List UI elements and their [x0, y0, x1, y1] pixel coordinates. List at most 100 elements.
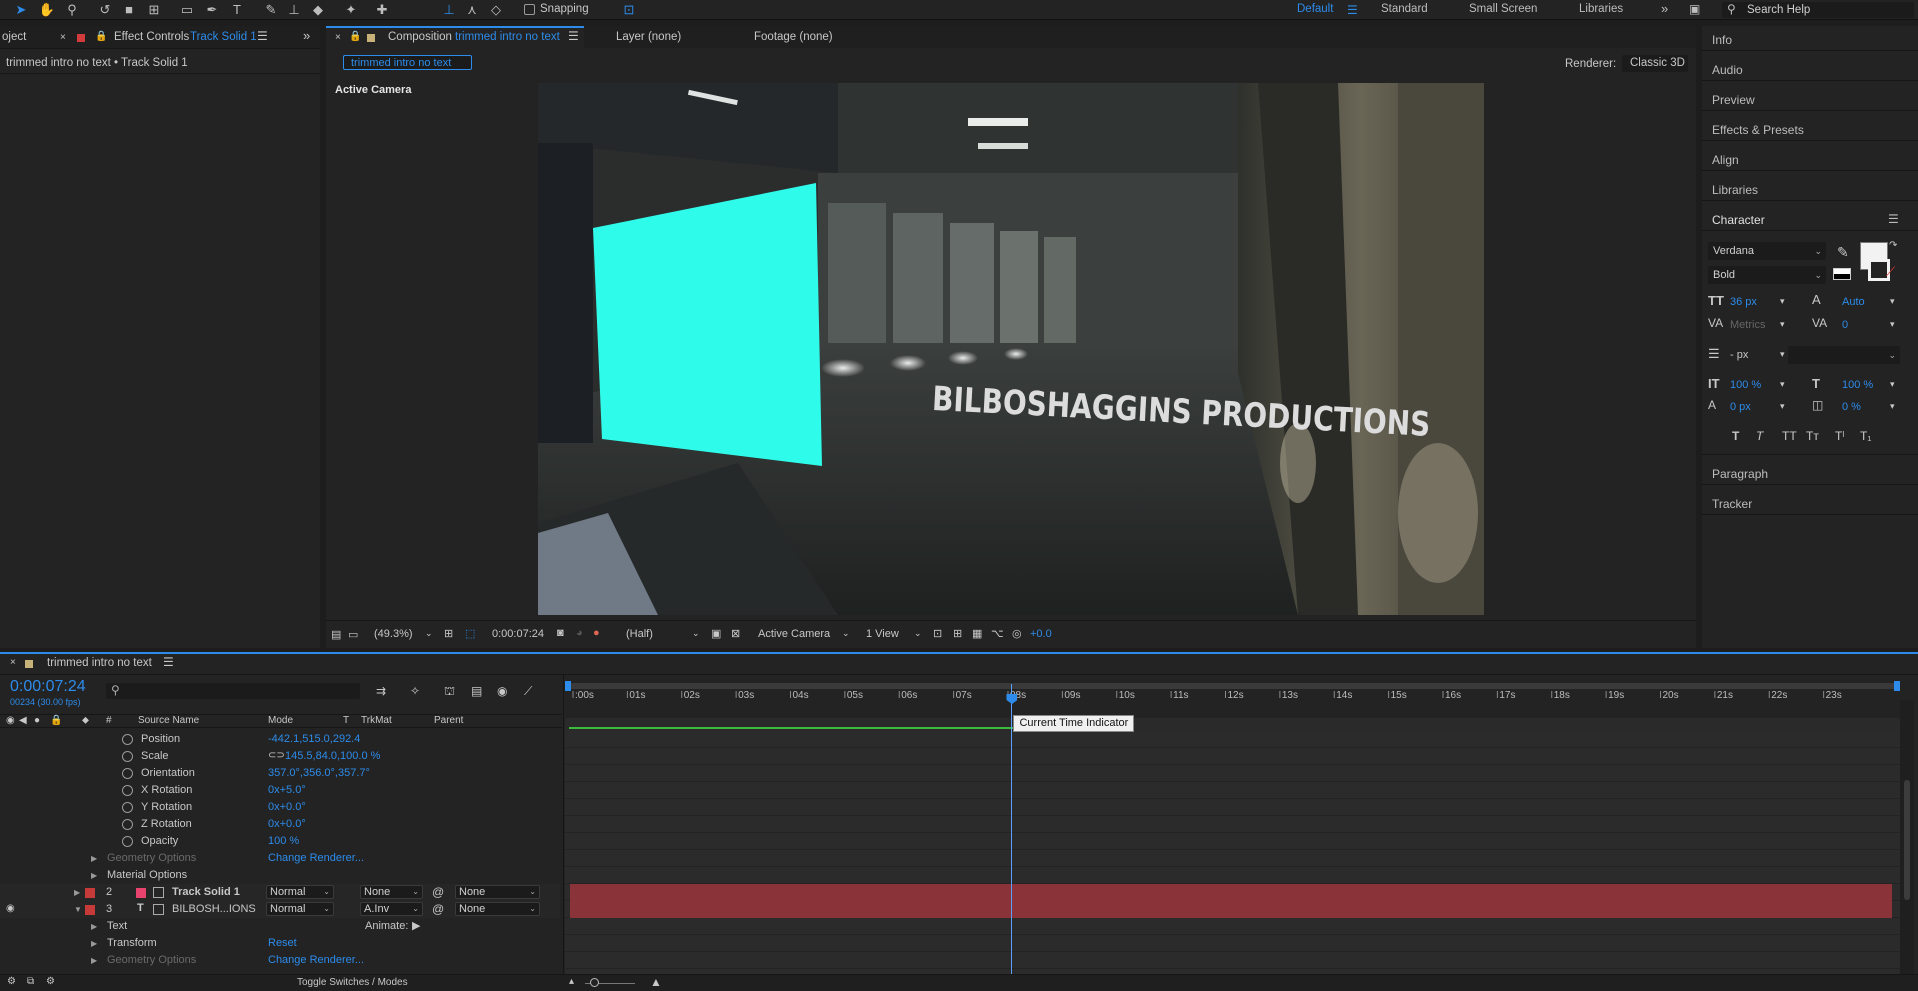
- layer-bar-bilboshaggins[interactable]: [570, 901, 1892, 918]
- camera-view-dropdown[interactable]: Active Camera: [758, 628, 830, 640]
- col-source-name[interactable]: Source Name: [138, 715, 199, 726]
- collapse-triangle-icon[interactable]: ▼: [74, 905, 82, 914]
- zoom-tool-icon[interactable]: ⚲: [63, 1, 81, 19]
- toggle-switches-modes-button[interactable]: Toggle Switches / Modes: [297, 977, 408, 988]
- workspace-standard[interactable]: Standard: [1381, 3, 1428, 15]
- comp-timecode[interactable]: 0:00:07:24: [492, 628, 544, 640]
- search-help-field[interactable]: ⚲ Search Help: [1722, 2, 1914, 18]
- rotate-tool-icon[interactable]: ↺: [96, 1, 114, 19]
- panel-info[interactable]: Info: [1712, 33, 1732, 47]
- layer-3-mode-dropdown[interactable]: Normal ⌄: [266, 902, 334, 916]
- panel-libraries[interactable]: Libraries: [1712, 183, 1758, 197]
- vertical-scale-value[interactable]: 100 %: [1730, 379, 1761, 391]
- motion-blur-icon[interactable]: ◉: [497, 684, 507, 698]
- zoom-in-icon[interactable]: ▲: [650, 975, 662, 989]
- monitor-icon[interactable]: ▭: [348, 628, 358, 641]
- panel-align[interactable]: Align: [1712, 153, 1739, 167]
- composition-mini-flowchart-icon[interactable]: ⇉: [376, 684, 386, 698]
- change-renderer-link-2[interactable]: Change Renderer...: [268, 954, 364, 966]
- draft-3d-icon[interactable]: ✧: [410, 684, 420, 698]
- workspace-default[interactable]: Default: [1297, 3, 1333, 15]
- layer-3-trkmat-dropdown[interactable]: A.Inv ⌄: [360, 902, 423, 916]
- font-size-value[interactable]: 36 px: [1730, 296, 1757, 308]
- stopwatch-icon[interactable]: [122, 819, 133, 830]
- type-tool-icon[interactable]: T: [228, 1, 246, 19]
- lock-icon[interactable]: 🔒: [95, 31, 107, 42]
- region-of-interest-icon[interactable]: ▣: [711, 627, 721, 640]
- stopwatch-icon[interactable]: [122, 768, 133, 779]
- composition-viewer[interactable]: BILBOSHAGGINS PRODUCTIONS: [538, 83, 1484, 615]
- brush-tool-icon[interactable]: ✎: [262, 1, 280, 19]
- tab-layer[interactable]: Layer (none): [616, 31, 681, 43]
- superscript-icon[interactable]: Tˡ: [1835, 429, 1844, 443]
- clone-stamp-tool-icon[interactable]: ⊥: [285, 1, 303, 19]
- character-menu-icon[interactable]: ☰: [1888, 212, 1899, 226]
- work-area-bar[interactable]: [565, 683, 1900, 689]
- panel-paragraph[interactable]: Paragraph: [1712, 467, 1768, 481]
- prop-orientation-value[interactable]: 357.0°,356.0°,357.7°: [268, 767, 370, 779]
- view-axis-mode-icon[interactable]: ◇: [487, 1, 505, 19]
- fast-previews-icon[interactable]: ⊞: [953, 627, 962, 640]
- render-time-icon[interactable]: ⚙: [46, 976, 55, 987]
- layer-3-parent-dropdown[interactable]: None ⌄: [455, 902, 540, 916]
- font-style-dropdown[interactable]: Bold ⌄: [1708, 266, 1826, 284]
- comp-lock-icon[interactable]: 🔒: [349, 31, 361, 42]
- prop-scale-value[interactable]: 145.5,84.0,100.0 %: [285, 750, 380, 762]
- show-snapshot-icon[interactable]: ◕: [576, 627, 583, 639]
- selection-tool-icon[interactable]: ➤: [12, 1, 30, 19]
- layer-2-name[interactable]: Track Solid 1: [172, 886, 240, 898]
- timeline-scrollbar[interactable]: [1900, 700, 1914, 974]
- layer-2-mode-dropdown[interactable]: Normal ⌄: [266, 885, 334, 899]
- resolution-dropdown[interactable]: (Half): [626, 628, 653, 640]
- layer-label-color[interactable]: [85, 888, 95, 898]
- layer-switches-icon[interactable]: ⚙: [7, 976, 16, 987]
- prop-opacity-value[interactable]: 100 %: [268, 835, 299, 847]
- shy-layers-icon[interactable]: ⛫: [444, 684, 455, 700]
- panel-effects-presets[interactable]: Effects & Presets: [1712, 123, 1804, 137]
- snapping-options-icon[interactable]: ⊡: [620, 1, 638, 19]
- world-axis-mode-icon[interactable]: ⋏: [463, 1, 481, 19]
- work-area-end-handle[interactable]: [1894, 681, 1900, 691]
- layer-3-name[interactable]: BILBOSH...IONS: [172, 903, 256, 915]
- toggle-pixel-aspect-icon[interactable]: ⊡: [933, 627, 942, 640]
- rectangle-tool-icon[interactable]: ▭: [178, 1, 196, 19]
- zoom-out-icon[interactable]: ▴: [569, 976, 574, 987]
- font-family-dropdown[interactable]: Verdana ⌄: [1708, 242, 1826, 260]
- timeline-current-time[interactable]: 0:00:07:24: [10, 678, 86, 696]
- sync-settings-icon[interactable]: ▣: [1689, 2, 1700, 16]
- graph-editor-icon[interactable]: ⟋: [524, 684, 532, 699]
- time-ruler[interactable]: :00s 01s 02s 03s 04s 05s 06s 07s 08s 09s 10s 11s 12s…: [565, 681, 1900, 709]
- panel-menu-icon[interactable]: ☰: [257, 29, 268, 43]
- stroke-width-value[interactable]: - px: [1730, 349, 1748, 361]
- prop-x-rotation-value[interactable]: 0x+5.0°: [268, 784, 306, 796]
- pen-tool-icon[interactable]: ✒: [203, 1, 221, 19]
- panel-audio[interactable]: Audio: [1712, 63, 1743, 77]
- small-caps-icon[interactable]: Tт: [1806, 429, 1819, 443]
- work-area-start-handle[interactable]: [565, 681, 571, 691]
- view-layout-dropdown[interactable]: 1 View: [866, 628, 899, 640]
- zoom-slider-handle[interactable]: [590, 978, 599, 987]
- always-preview-icon[interactable]: ▤: [331, 628, 341, 641]
- layer-2-parent-dropdown[interactable]: None ⌄: [455, 885, 540, 899]
- tracking-value[interactable]: 0: [1842, 319, 1848, 331]
- pickwhip-icon[interactable]: @: [432, 885, 444, 899]
- timeline-scrollbar-thumb[interactable]: [1904, 780, 1910, 900]
- tab-composition[interactable]: Composition: [388, 31, 452, 43]
- stopwatch-icon[interactable]: [122, 802, 133, 813]
- prop-y-rotation-value[interactable]: 0x+0.0°: [268, 801, 306, 813]
- timeline-menu-icon[interactable]: ☰: [163, 655, 174, 669]
- layer-2-trkmat-dropdown[interactable]: None ⌄: [360, 885, 423, 899]
- panel-character-title[interactable]: Character: [1712, 213, 1765, 227]
- reset-exposure-icon[interactable]: ◎: [1012, 627, 1022, 640]
- expand-triangle-icon[interactable]: ▶: [91, 939, 97, 948]
- close-tab-icon[interactable]: ×: [60, 32, 66, 43]
- tab-footage[interactable]: Footage (none): [754, 31, 833, 43]
- exposure-value[interactable]: +0.0: [1030, 628, 1052, 640]
- eyedropper-icon[interactable]: ✎: [1837, 244, 1849, 261]
- col-trkmat[interactable]: TrkMat: [361, 715, 392, 726]
- kerning-value[interactable]: Metrics: [1730, 319, 1765, 331]
- renderer-dropdown[interactable]: Classic 3D: [1622, 55, 1688, 72]
- stopwatch-icon[interactable]: [122, 734, 133, 745]
- baseline-shift-value[interactable]: 0 px: [1730, 401, 1751, 413]
- horizontal-scale-value[interactable]: 100 %: [1842, 379, 1873, 391]
